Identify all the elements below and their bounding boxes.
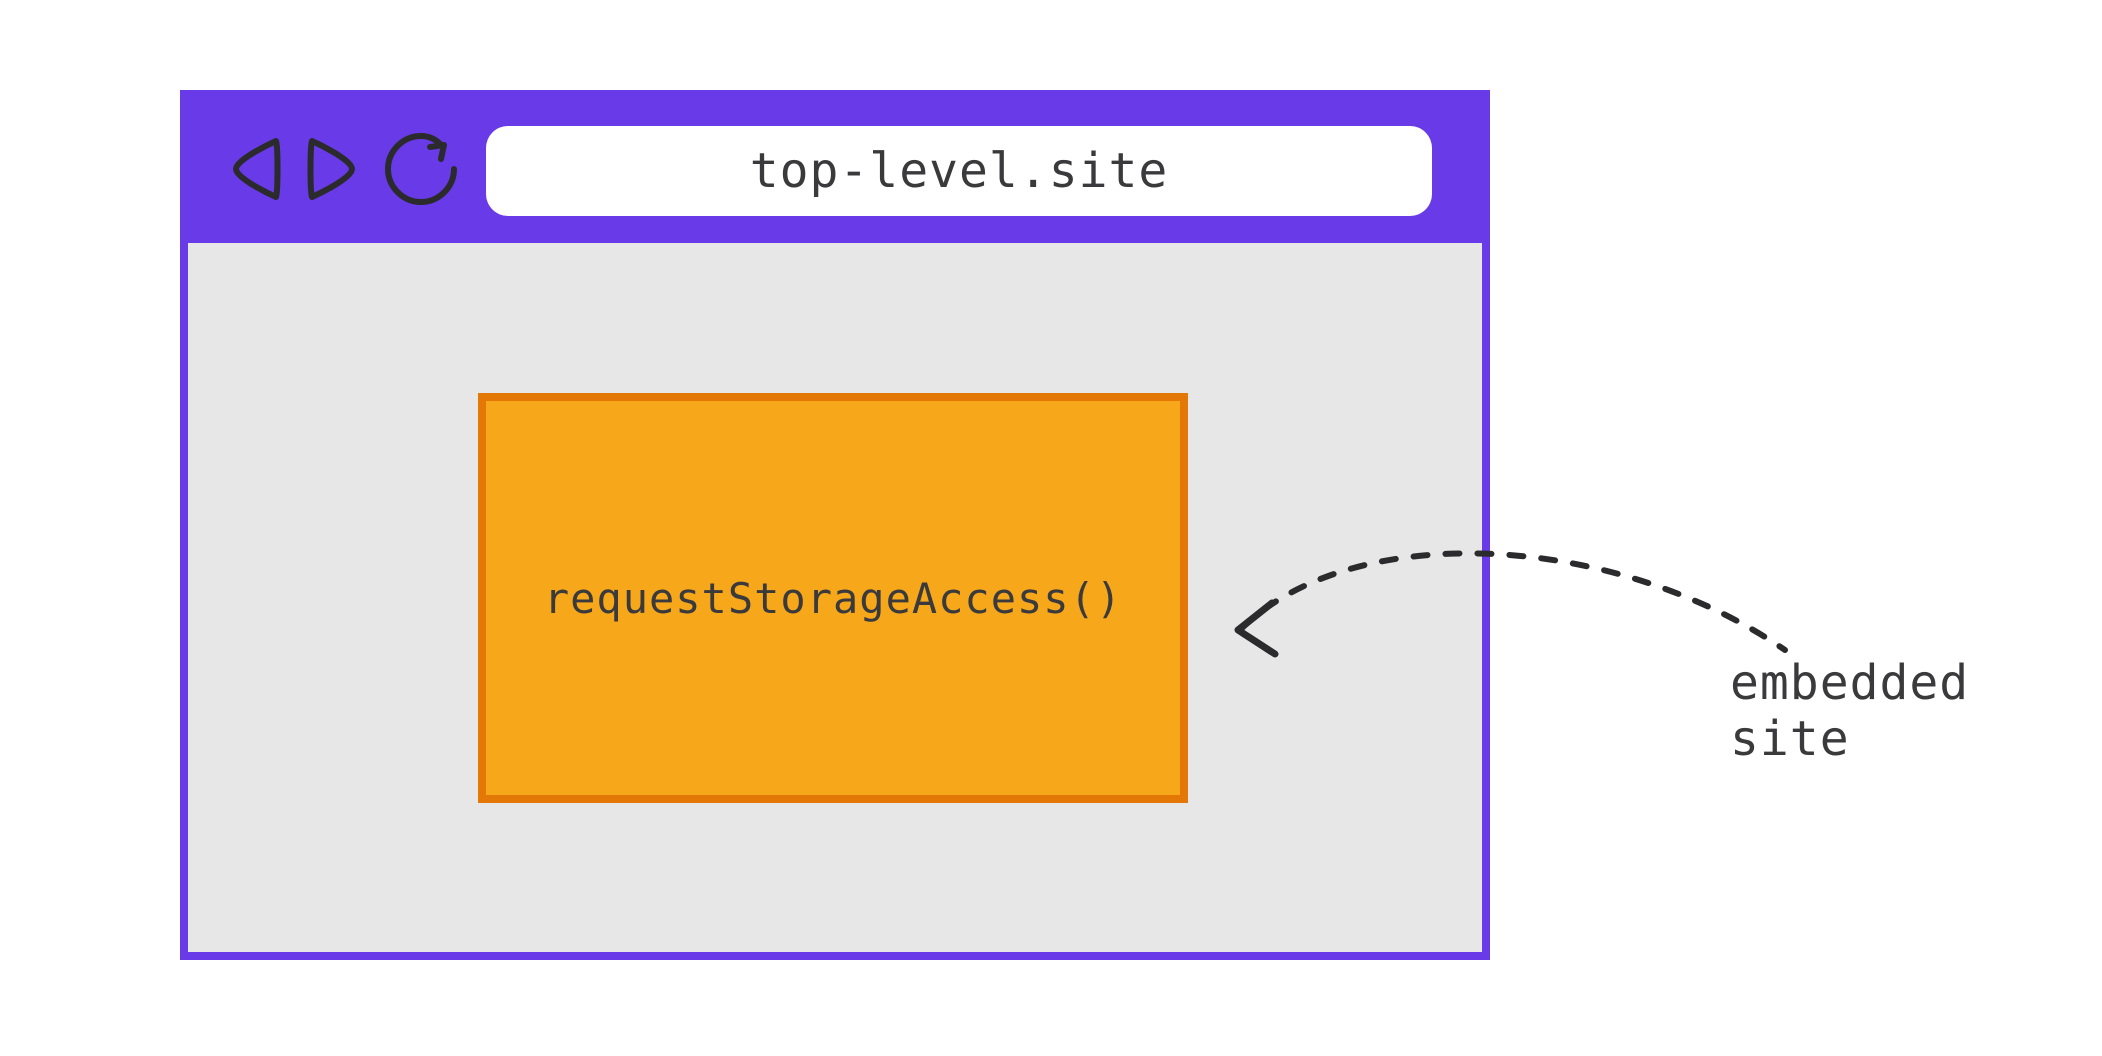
annotation-arrow [1230,500,1800,700]
embedded-site-frame: requestStorageAccess() [478,393,1188,803]
forward-icon [304,133,362,209]
back-icon [226,133,284,209]
url-bar: top-level.site [486,126,1432,216]
url-text: top-level.site [750,143,1169,199]
annotation-label: embedded site [1730,655,2102,767]
reload-icon [382,130,460,212]
browser-toolbar: top-level.site [188,98,1482,243]
embedded-code-text: requestStorageAccess() [544,574,1122,623]
nav-controls [226,130,460,212]
